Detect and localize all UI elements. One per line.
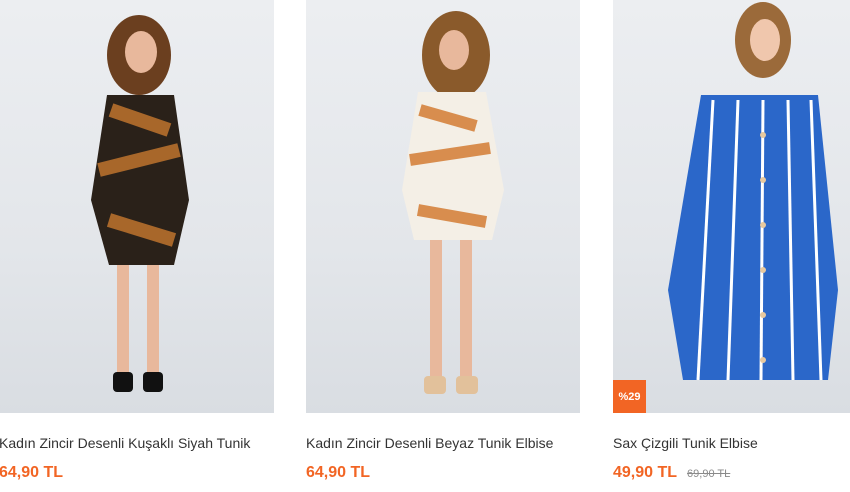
product-title[interactable]: Sax Çizgili Tunik Elbise — [613, 435, 758, 451]
price-row: 64,90 TL — [306, 464, 370, 482]
model-illustration — [668, 2, 838, 381]
product-price: 49,90 TL — [613, 464, 678, 481]
product-title[interactable]: Kadın Zincir Desenli Beyaz Tunik Elbise — [306, 435, 553, 451]
product-image[interactable] — [0, 0, 274, 413]
product-card[interactable]: %29 Sax Çizgili Tunik Elbise 49,90 TL 69… — [613, 0, 850, 481]
product-old-price: 69,90 TL — [687, 468, 731, 480]
product-image[interactable] — [306, 0, 580, 413]
product-title[interactable]: Kadın Zincir Desenli Kuşaklı Siyah Tunik — [0, 435, 250, 451]
product-card[interactable]: Kadın Zincir Desenli Beyaz Tunik Elbise … — [306, 0, 580, 481]
model-illustration — [402, 11, 504, 394]
product-card[interactable]: Kadın Zincir Desenli Kuşaklı Siyah Tunik… — [0, 0, 274, 481]
product-image[interactable]: %29 — [613, 0, 850, 413]
product-price: 64,90 TL — [306, 464, 371, 481]
price-row: 49,90 TL 69,90 TL — [613, 464, 730, 482]
price-row: 64,90 TL — [0, 464, 63, 482]
model-illustration — [91, 15, 189, 392]
product-grid: Kadın Zincir Desenli Kuşaklı Siyah Tunik… — [0, 0, 850, 492]
discount-badge: %29 — [613, 380, 646, 413]
product-price: 64,90 TL — [0, 464, 64, 481]
